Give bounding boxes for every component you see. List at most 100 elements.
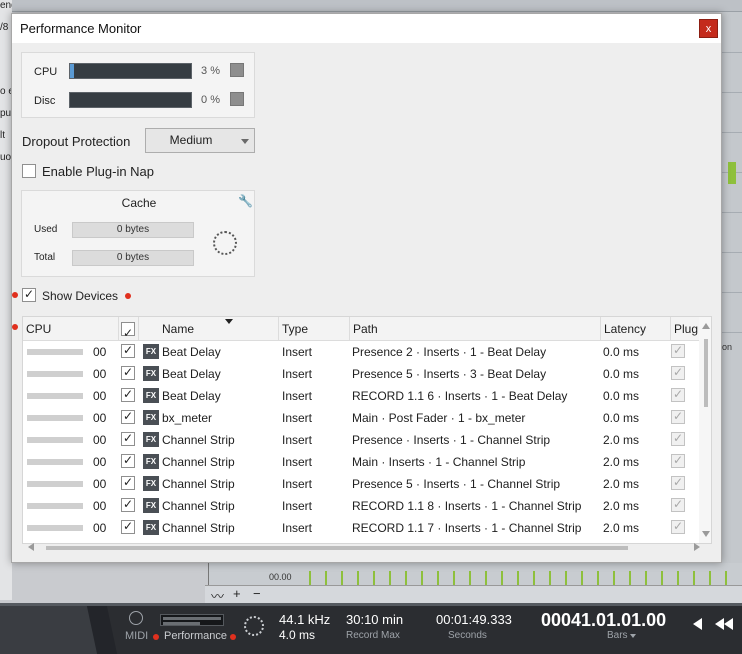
row-path: Main · Inserts · 1 - Channel Strip	[352, 455, 526, 469]
row-enabled-checkbox[interactable]	[121, 343, 135, 358]
table-row[interactable]: 00 FXChannel Strip Insert Main · Inserts · …	[23, 451, 699, 473]
sample-rate: 44.1 kHz	[279, 612, 331, 627]
cache-total-value: 0 bytes	[72, 250, 194, 266]
cache-used-value: 0 bytes	[72, 222, 194, 238]
bars-label[interactable]: Bars	[607, 630, 628, 641]
row-plugin-checkbox	[671, 519, 685, 534]
table-row[interactable]: 00 FXChannel Strip Insert Presence 5 · Inse…	[23, 473, 699, 495]
close-button[interactable]: x	[699, 19, 718, 38]
table-row[interactable]: 00 FXbx_meter Insert Main · Post Fader · 1 …	[23, 407, 699, 429]
row-enabled-checkbox[interactable]	[121, 409, 135, 424]
fx-icon: FX	[143, 498, 159, 513]
performance-meter[interactable]	[160, 614, 224, 626]
row-type: Insert	[282, 345, 313, 359]
row-enabled-checkbox[interactable]	[121, 431, 135, 446]
cpu-meter	[69, 63, 192, 79]
scroll-left-icon[interactable]	[28, 543, 34, 551]
row-latency: 0.0 ms	[603, 367, 640, 381]
plugin-nap-checkbox[interactable]	[22, 164, 36, 178]
bars-display[interactable]: 00041.01.01.00	[541, 610, 666, 631]
fx-icon: FX	[143, 388, 159, 403]
transport-left-region	[0, 606, 100, 654]
scroll-down-icon[interactable]	[702, 531, 710, 537]
dialog-titlebar[interactable]: Performance Monitor x	[12, 14, 721, 43]
host-left-label: /8	[0, 22, 9, 33]
midi-label[interactable]: MIDI	[125, 630, 148, 642]
performance-label[interactable]: Performance	[164, 630, 227, 642]
row-latency: 2.0 ms	[603, 433, 640, 447]
scroll-right-icon[interactable]	[694, 543, 700, 551]
disc-label: Disc	[34, 95, 56, 107]
midi-monitor-icon[interactable]	[129, 611, 143, 625]
row-plugin-checkbox	[671, 453, 685, 468]
bars-dropdown-icon[interactable]	[630, 634, 636, 638]
show-devices-label: Show Devices	[42, 289, 119, 303]
performance-busy-icon	[244, 616, 264, 636]
row-cpu-meter	[27, 459, 83, 465]
rewind-icon[interactable]	[693, 618, 702, 630]
transport-bar: MIDI Performance 44.1 kHz 4.0 ms 30:10 m…	[0, 606, 742, 654]
column-name[interactable]: Name	[159, 317, 279, 341]
row-cpu-value: 00	[93, 345, 107, 359]
cache-title: Cache	[121, 196, 157, 210]
horizontal-scrollbar[interactable]	[22, 540, 700, 554]
seconds-display[interactable]: 00:01:49.333	[436, 612, 512, 627]
dropout-protection-select[interactable]: Medium	[145, 128, 255, 153]
row-enabled-checkbox[interactable]	[121, 519, 135, 534]
cache-busy-icon	[213, 231, 237, 255]
row-cpu-value: 00	[93, 477, 107, 491]
row-plugin-checkbox	[671, 343, 685, 358]
host-left-label: pu	[0, 108, 12, 119]
row-path: RECORD 1.1 6 · Inserts · 1 - Beat Delay	[352, 389, 568, 403]
row-enabled-checkbox[interactable]	[121, 365, 135, 380]
row-name: Channel Strip	[162, 455, 235, 469]
remove-icon[interactable]: −	[253, 586, 261, 601]
row-plugin-checkbox	[671, 387, 685, 402]
disc-percent: 0 %	[201, 94, 220, 106]
row-path: RECORD 1.1 7 · Inserts · 1 - Channel Str…	[352, 521, 582, 535]
vertical-scroll-thumb[interactable]	[704, 339, 708, 407]
show-devices-marker-right	[125, 293, 131, 299]
table-row[interactable]: 00 FXBeat Delay Insert Presence 2 · Inserts…	[23, 341, 699, 363]
cpu-meter-fill	[70, 64, 74, 78]
row-plugin-checkbox	[671, 431, 685, 446]
column-latency[interactable]: Latency	[601, 317, 671, 341]
host-top-strip	[12, 0, 742, 12]
row-enabled-checkbox[interactable]	[121, 475, 135, 490]
record-time-label: Record Max	[346, 630, 400, 641]
column-cpu[interactable]: CPU	[23, 317, 119, 341]
fx-icon: FX	[143, 344, 159, 359]
column-enabled[interactable]	[119, 317, 139, 345]
row-name: Beat Delay	[162, 345, 221, 359]
horizontal-scroll-thumb[interactable]	[46, 546, 628, 550]
row-enabled-checkbox[interactable]	[121, 453, 135, 468]
table-row[interactable]: 00 FXChannel Strip Insert RECORD 1.1 8 · In…	[23, 495, 699, 517]
enable-all-checkbox[interactable]	[121, 321, 135, 345]
row-plugin-checkbox	[671, 497, 685, 512]
row-type: Insert	[282, 521, 313, 535]
fx-icon: FX	[143, 476, 159, 491]
fast-rewind-icon[interactable]	[715, 618, 724, 630]
vertical-scrollbar[interactable]	[699, 317, 711, 543]
table-row[interactable]: 00 FXBeat Delay Insert Presence 5 · Inserts…	[23, 363, 699, 385]
add-icon[interactable]: +	[233, 586, 241, 601]
table-row[interactable]: 00 FXBeat Delay Insert RECORD 1.1 6 · Inser…	[23, 385, 699, 407]
fx-icon: FX	[143, 454, 159, 469]
scroll-up-icon[interactable]	[702, 323, 710, 329]
performance-marker	[230, 634, 236, 640]
column-type[interactable]: Type	[279, 317, 350, 341]
table-row[interactable]: 00 FXChannel Strip Insert RECORD 1.1 7 · In…	[23, 517, 699, 539]
column-path[interactable]: Path	[350, 317, 601, 341]
disc-reset-button[interactable]	[230, 92, 244, 106]
wrench-icon[interactable]: 🔧	[238, 194, 253, 208]
row-enabled-checkbox[interactable]	[121, 387, 135, 402]
table-row[interactable]: 00 FXChannel Strip Insert Presence · Insert…	[23, 429, 699, 451]
column-plugin[interactable]: Plug	[671, 317, 701, 341]
show-devices-checkbox[interactable]	[22, 287, 36, 302]
row-cpu-value: 00	[93, 455, 107, 469]
row-latency: 2.0 ms	[603, 477, 640, 491]
record-time: 30:10 min	[346, 612, 404, 627]
cpu-reset-button[interactable]	[230, 63, 244, 77]
row-path: Presence · Inserts · 1 - Channel Strip	[352, 433, 551, 447]
row-enabled-checkbox[interactable]	[121, 497, 135, 512]
